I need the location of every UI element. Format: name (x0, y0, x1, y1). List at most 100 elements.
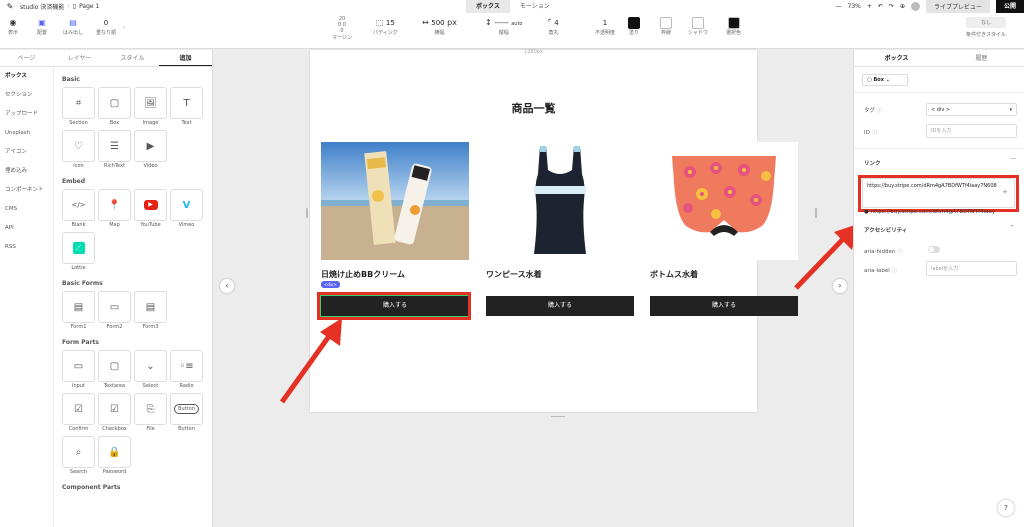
nav-item-unsplash[interactable]: Unsplash (0, 124, 53, 143)
design-canvas[interactable]: ‹ › 1280px 商品一覧 日焼け止めBBクリーム <div> 購入する ワ… (214, 49, 853, 527)
nav-item-upload[interactable]: アップロード (0, 105, 53, 124)
add-video[interactable]: ▶ Video (134, 130, 167, 170)
nav-item-section[interactable]: セクション (0, 86, 53, 105)
tab-add[interactable]: 追加 (159, 50, 212, 66)
padding-tool[interactable]: ⬚ 15 パディング (373, 17, 398, 36)
margin-tool[interactable]: 20 0 0 0 マージン (328, 16, 356, 41)
add-richtext[interactable]: ☰ RichText (98, 130, 131, 170)
resize-handle-right[interactable] (815, 208, 817, 218)
chevron-left-icon[interactable]: ‹ (220, 279, 234, 293)
chevron-right-icon[interactable]: › (123, 25, 125, 31)
zoom-level[interactable]: 73% (848, 3, 861, 10)
tab-box[interactable]: ボックス (466, 0, 510, 13)
pen-icon[interactable]: ✎ (0, 2, 20, 11)
aria-label-input[interactable]: labelを入力 (926, 261, 1017, 276)
add-box[interactable]: ▢ Box (98, 87, 131, 127)
product-name[interactable]: ワンピース水着 (486, 269, 634, 280)
add-icon[interactable]: ⊕ (900, 3, 905, 10)
publish-button[interactable]: 公開 (995, 0, 1024, 13)
tag-select[interactable]: < div > ▾ (926, 103, 1017, 116)
undo-icon[interactable]: ↶ (878, 3, 883, 10)
project-name[interactable]: studio 決済機能 (20, 2, 64, 11)
zoom-in-icon[interactable]: + (867, 3, 872, 10)
add-input[interactable]: ▭ Input (62, 350, 95, 390)
repeat-tool[interactable]: 0 重なり順 (96, 17, 116, 36)
tab-motion[interactable]: モーション (510, 0, 560, 13)
add-text[interactable]: T Text (170, 87, 203, 127)
product-image[interactable] (486, 142, 634, 260)
page-heading[interactable]: 商品一覧 (310, 100, 757, 116)
add-confirm[interactable]: ☑ Confirm (62, 393, 95, 433)
nav-item-icon[interactable]: アイコン (0, 143, 53, 162)
add-password[interactable]: 🔒 Password (98, 436, 131, 476)
accessibility-title: アクセシビリティ (864, 228, 908, 234)
add-form3[interactable]: ▤ Form3 (134, 291, 167, 331)
product-card[interactable]: ワンピース水着 購入する (486, 142, 634, 316)
selected-color-tool[interactable]: 選択色 (726, 17, 741, 36)
fill-tool[interactable]: 塗り (628, 17, 640, 36)
nav-item-embed[interactable]: 埋め込み (0, 162, 53, 181)
product-name[interactable]: 日焼け止めBBクリーム (321, 269, 469, 280)
add-image[interactable]: 🖼 Image (134, 87, 167, 127)
overflow-tool[interactable]: ▤ はみ出し (63, 17, 83, 36)
radius-tool[interactable]: ⌜ 4 角丸 (548, 17, 559, 36)
nav-item-rss[interactable]: RSS (0, 238, 53, 257)
tab-box-props[interactable]: ボックス (854, 50, 939, 66)
resize-handle-left[interactable] (306, 208, 308, 218)
nav-item-cms[interactable]: CMS (0, 200, 53, 219)
add-textarea[interactable]: ▢ Textarea (98, 350, 131, 390)
tab-history[interactable]: 履歴 (939, 50, 1024, 66)
help-button[interactable]: ? (998, 500, 1014, 516)
add-file[interactable]: ⎘ File (134, 393, 167, 433)
add-button[interactable]: Button Button (170, 393, 203, 433)
zoom-out-icon[interactable]: — (836, 3, 842, 10)
nav-item-box[interactable]: ボックス (0, 67, 53, 86)
add-youtube[interactable]: ▶ YouTube (134, 189, 167, 229)
avatar[interactable] (910, 2, 920, 11)
add-section[interactable]: ⌗ Section (62, 87, 95, 127)
add-icon[interactable]: ♡ Icon (62, 130, 95, 170)
add-vimeo[interactable]: V Vimeo (170, 189, 203, 229)
height-tool[interactable]: ↕ ----- auto 縦幅 (485, 17, 523, 36)
selected-color-swatch (726, 17, 741, 29)
box-type-select[interactable]: ▢ Box ⌄ (862, 74, 908, 86)
add-form1[interactable]: ▤ Form1 (62, 291, 95, 331)
live-preview-button[interactable]: ライブプレビュー (925, 0, 990, 13)
product-image[interactable] (650, 142, 798, 260)
align-tool[interactable]: ▣ 配置 (37, 17, 47, 36)
add-radio[interactable]: ◦≡ Radio (170, 350, 203, 390)
buy-button[interactable]: 購入する (650, 296, 798, 316)
tab-layers[interactable]: レイヤー (53, 50, 106, 66)
opacity-tool[interactable]: 1 不透明度 (595, 17, 615, 36)
collapse-icon[interactable]: — (1011, 156, 1017, 162)
border-tool[interactable]: 枠線 (660, 17, 672, 36)
product-card[interactable]: ボトムス水着 購入する (650, 142, 798, 316)
tab-styles[interactable]: スタイル (106, 50, 159, 66)
condition-style-tool[interactable]: なし 条件付きスタイル (966, 17, 1007, 38)
id-input[interactable]: IDを入力 (926, 124, 1017, 138)
page-name[interactable]: Page 1 (79, 3, 99, 10)
buy-button[interactable]: 購入する (486, 296, 634, 316)
redo-icon[interactable]: ↷ (889, 3, 894, 10)
link-suggestion[interactable]: ● https://buy.stripe.com/dRm4gA7BDfWTf4i… (864, 209, 1021, 215)
product-name[interactable]: ボトムス水着 (650, 269, 798, 280)
add-select[interactable]: ⌄ Select (134, 350, 167, 390)
add-form2[interactable]: ▭ Form2 (98, 291, 131, 331)
add-search[interactable]: ⌕ Search (62, 436, 95, 476)
width-tool[interactable]: ↔ 500 px 横幅 (422, 17, 457, 36)
aria-hidden-toggle[interactable] (928, 246, 940, 253)
product-card[interactable]: 日焼け止めBBクリーム <div> 購入する (317, 142, 471, 320)
artboard[interactable]: 1280px 商品一覧 日焼け止めBBクリーム <div> 購入する ワンピース… (310, 49, 798, 412)
tab-pages[interactable]: ページ (0, 50, 53, 66)
nav-item-api[interactable]: API (0, 219, 53, 238)
display-tool[interactable]: ◉ 表示 (8, 17, 18, 36)
add-blank[interactable]: </> Blank (62, 189, 95, 229)
nav-item-component[interactable]: コンポーネント (0, 181, 53, 200)
add-map[interactable]: 📍 Map (98, 189, 131, 229)
chevron-up-icon[interactable]: ⌃ (1009, 225, 1014, 231)
shadow-tool[interactable]: シャドウ (688, 17, 708, 36)
product-image[interactable] (321, 142, 469, 260)
add-lottie[interactable]: ⟋ Lottie (62, 232, 95, 272)
resize-handle-bottom[interactable] (551, 416, 565, 417)
add-checkbox[interactable]: ☑ Checkbox (98, 393, 131, 433)
